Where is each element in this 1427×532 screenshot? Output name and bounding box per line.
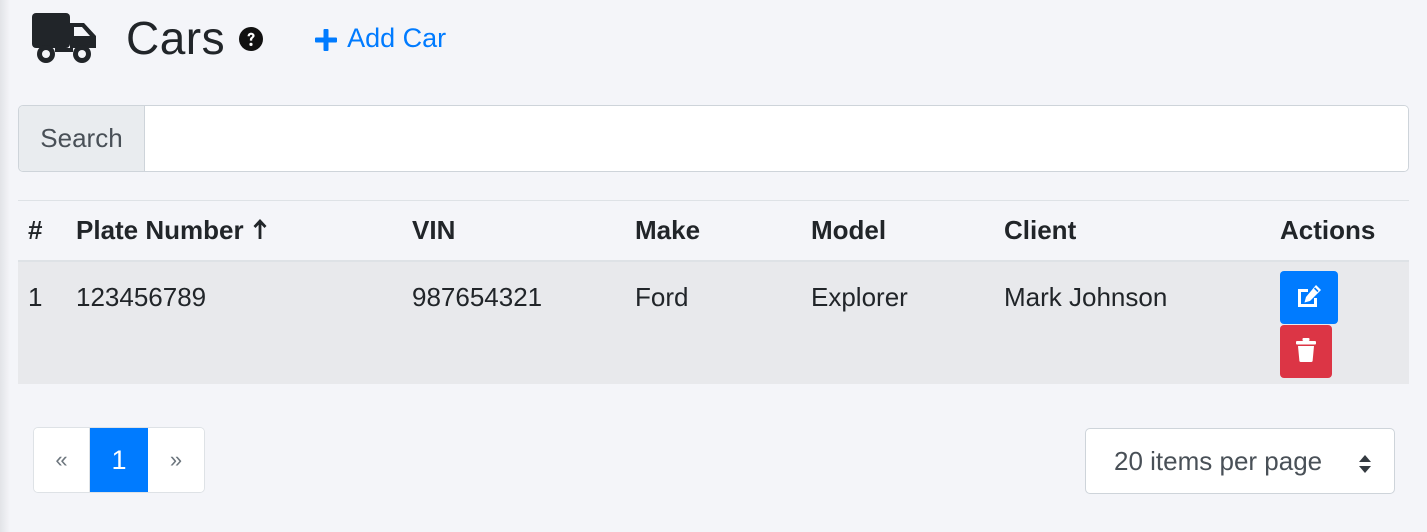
cell-client: Mark Johnson xyxy=(1004,281,1168,312)
truck-icon xyxy=(30,10,98,66)
column-header-client[interactable]: Client xyxy=(994,201,1270,261)
column-header-index: # xyxy=(28,214,43,245)
search-input[interactable] xyxy=(145,106,1408,171)
edit-icon xyxy=(1295,283,1323,312)
column-header-model[interactable]: Model xyxy=(801,201,994,261)
page-header: Cars Add Car xyxy=(30,8,446,68)
cell-make: Ford xyxy=(635,281,689,312)
cars-table: # Plate Number VIN Make Model Client Act… xyxy=(18,200,1409,384)
search-label: Search xyxy=(19,106,145,171)
cell-actions xyxy=(1270,261,1409,384)
items-per-page-select[interactable]: 20 items per page xyxy=(1085,428,1395,494)
sort-caret-icon xyxy=(1358,451,1372,473)
left-edge-shadow xyxy=(0,0,10,532)
table-row: 1 123456789 987654321 Ford Explorer Mark… xyxy=(18,260,1409,384)
plus-icon xyxy=(315,27,338,51)
page-next-button[interactable]: » xyxy=(148,428,204,492)
cars-table-wrapper: # Plate Number VIN Make Model Client Act… xyxy=(18,200,1409,384)
delete-button[interactable] xyxy=(1280,324,1332,378)
page-title: Cars xyxy=(126,12,226,64)
question-circle-icon[interactable] xyxy=(239,27,264,51)
trash-icon xyxy=(1295,337,1317,366)
pagination: « 1 » xyxy=(33,427,205,493)
column-header-plate-number[interactable]: Plate Number xyxy=(66,201,402,261)
add-car-link[interactable]: Add Car xyxy=(315,23,446,54)
cell-plate-number: 123456789 xyxy=(76,281,207,312)
add-car-label: Add Car xyxy=(347,22,447,53)
cell-model: Explorer xyxy=(811,281,908,312)
table-header-row: # Plate Number VIN Make Model Client Act… xyxy=(18,200,1409,261)
search-group: Search xyxy=(18,105,1409,172)
page-prev-button[interactable]: « xyxy=(34,428,90,492)
cell-vin: 987654321 xyxy=(412,281,543,312)
arrow-up-icon xyxy=(252,216,268,239)
column-header-vin[interactable]: VIN xyxy=(402,201,625,261)
column-header-plate-number-label: Plate Number xyxy=(76,214,244,245)
edit-button[interactable] xyxy=(1280,270,1338,324)
items-per-page-value: 20 items per page xyxy=(1114,445,1323,476)
cell-index: 1 xyxy=(28,281,43,312)
column-header-actions: Actions xyxy=(1280,214,1376,245)
page-1-button[interactable]: 1 xyxy=(90,428,148,492)
column-header-make[interactable]: Make xyxy=(625,201,801,261)
